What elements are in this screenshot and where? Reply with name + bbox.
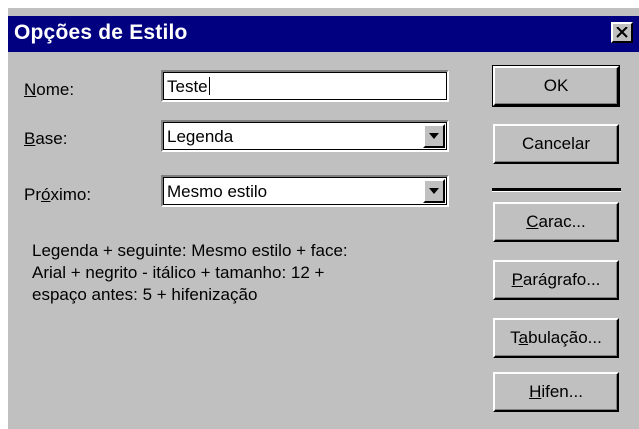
proximo-label: Próximo: bbox=[24, 185, 92, 204]
nome-label: Nome: bbox=[24, 80, 75, 99]
nome-value: Teste bbox=[167, 77, 210, 96]
title-bar[interactable]: Opções de Estilo bbox=[8, 16, 639, 52]
chevron-down-icon bbox=[429, 188, 439, 194]
paragrafo-button[interactable]: Parágrafo... bbox=[493, 260, 619, 300]
base-label: Base: bbox=[24, 129, 68, 148]
proximo-value: Mesmo estilo bbox=[167, 182, 268, 201]
button-separator bbox=[492, 188, 621, 192]
dialog-title: Opções de Estilo bbox=[14, 21, 188, 44]
base-value: Legenda bbox=[167, 127, 234, 146]
style-description: Legenda + seguinte: Mesmo estilo + face:… bbox=[32, 240, 472, 306]
hifen-button[interactable]: Hifen... bbox=[493, 372, 619, 412]
ok-button[interactable]: OK bbox=[492, 65, 620, 107]
carac-button[interactable]: Carac... bbox=[493, 202, 619, 242]
text-caret bbox=[208, 77, 210, 95]
description-line: Arial + negrito - itálico + tamanho: 12 … bbox=[32, 263, 325, 282]
nome-input[interactable]: Teste bbox=[161, 70, 449, 102]
base-dropdown-button[interactable] bbox=[423, 124, 445, 148]
style-options-dialog: Opções de Estilo Nome: Teste Base: Legen… bbox=[8, 8, 639, 429]
chevron-down-icon bbox=[429, 133, 439, 139]
description-line: Legenda + seguinte: Mesmo estilo + face: bbox=[32, 241, 348, 260]
description-line: espaço antes: 5 + hifenização bbox=[32, 285, 258, 304]
close-icon bbox=[616, 27, 628, 38]
cancel-button[interactable]: Cancelar bbox=[493, 124, 619, 164]
tabulacao-button[interactable]: Tabulação... bbox=[493, 318, 619, 358]
proximo-dropdown[interactable]: Mesmo estilo bbox=[161, 175, 449, 207]
close-button[interactable] bbox=[611, 22, 633, 43]
base-dropdown[interactable]: Legenda bbox=[161, 120, 449, 152]
proximo-dropdown-button[interactable] bbox=[423, 179, 445, 203]
